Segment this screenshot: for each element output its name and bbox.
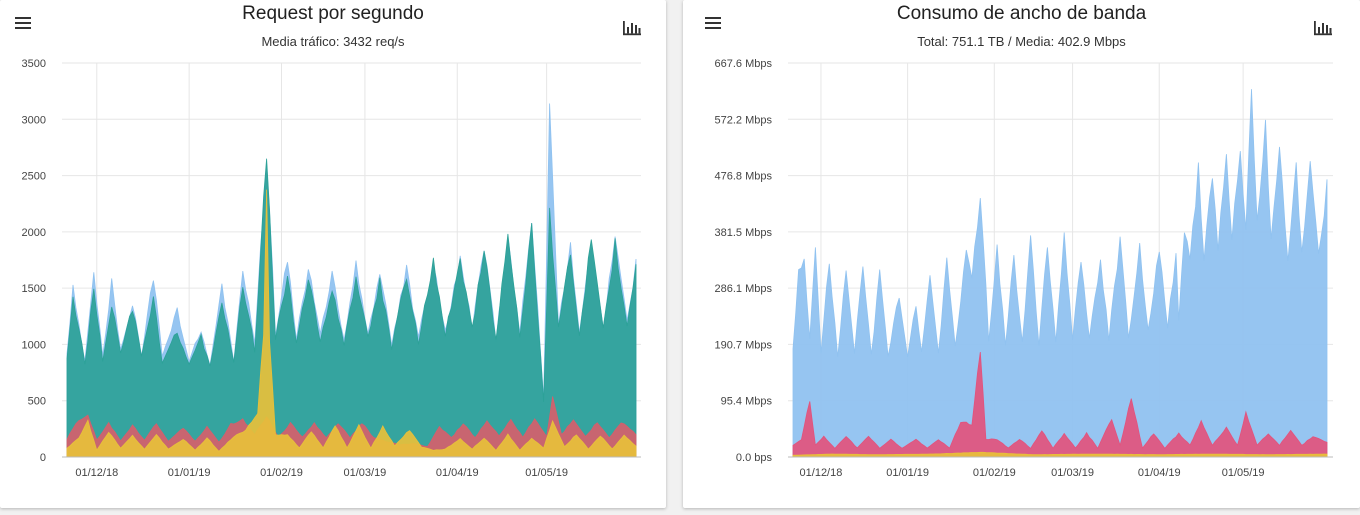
y-tick-label: 286.1 Mbps bbox=[715, 283, 773, 295]
y-tick-label: 0.0 bps bbox=[736, 452, 773, 464]
y-tick-label: 500 bbox=[28, 396, 46, 408]
x-tick-label: 01/04/19 bbox=[1138, 467, 1181, 479]
y-tick-label: 1500 bbox=[22, 283, 46, 295]
x-tick-label: 01/05/19 bbox=[1222, 467, 1265, 479]
y-tick-label: 381.5 Mbps bbox=[715, 227, 773, 239]
y-tick-label: 3000 bbox=[22, 114, 46, 126]
y-tick-label: 572.2 Mbps bbox=[715, 114, 773, 126]
y-tick-label: 667.6 Mbps bbox=[715, 58, 773, 70]
y-tick-label: 3500 bbox=[22, 58, 46, 70]
y-tick-label: 0 bbox=[40, 452, 46, 464]
y-tick-label: 1000 bbox=[22, 339, 46, 351]
x-tick-label: 01/12/18 bbox=[75, 467, 118, 479]
x-tick-label: 01/01/19 bbox=[886, 467, 929, 479]
x-tick-label: 01/02/19 bbox=[973, 467, 1016, 479]
series-area-0 bbox=[792, 89, 1328, 458]
requests-chart-card: Request por segundo Media tráfico: 3432 … bbox=[0, 0, 666, 508]
x-tick-label: 01/02/19 bbox=[260, 467, 303, 479]
y-tick-label: 2000 bbox=[22, 227, 46, 239]
x-tick-label: 01/12/18 bbox=[800, 467, 843, 479]
y-tick-label: 2500 bbox=[22, 171, 46, 183]
bandwidth-plot: 0.0 bps 95.4 Mbps 190.7 Mbps 286.1 Mbps 381.… bbox=[715, 58, 1333, 479]
y-tick-label: 190.7 Mbps bbox=[715, 339, 773, 351]
y-tick-label: 95.4 Mbps bbox=[721, 396, 773, 408]
x-tick-label: 01/01/19 bbox=[168, 467, 211, 479]
bandwidth-chart-card: Consumo de ancho de banda Total: 751.1 T… bbox=[683, 0, 1360, 508]
x-tick-label: 01/03/19 bbox=[343, 467, 386, 479]
x-tick-label: 01/04/19 bbox=[436, 467, 479, 479]
y-tick-label: 476.8 Mbps bbox=[715, 171, 773, 183]
x-tick-label: 01/03/19 bbox=[1051, 467, 1094, 479]
requests-plot: 0 500 1000 1500 2000 2500 3000 3500 01/12/18 01/0… bbox=[22, 58, 641, 479]
x-tick-label: 01/05/19 bbox=[525, 467, 568, 479]
